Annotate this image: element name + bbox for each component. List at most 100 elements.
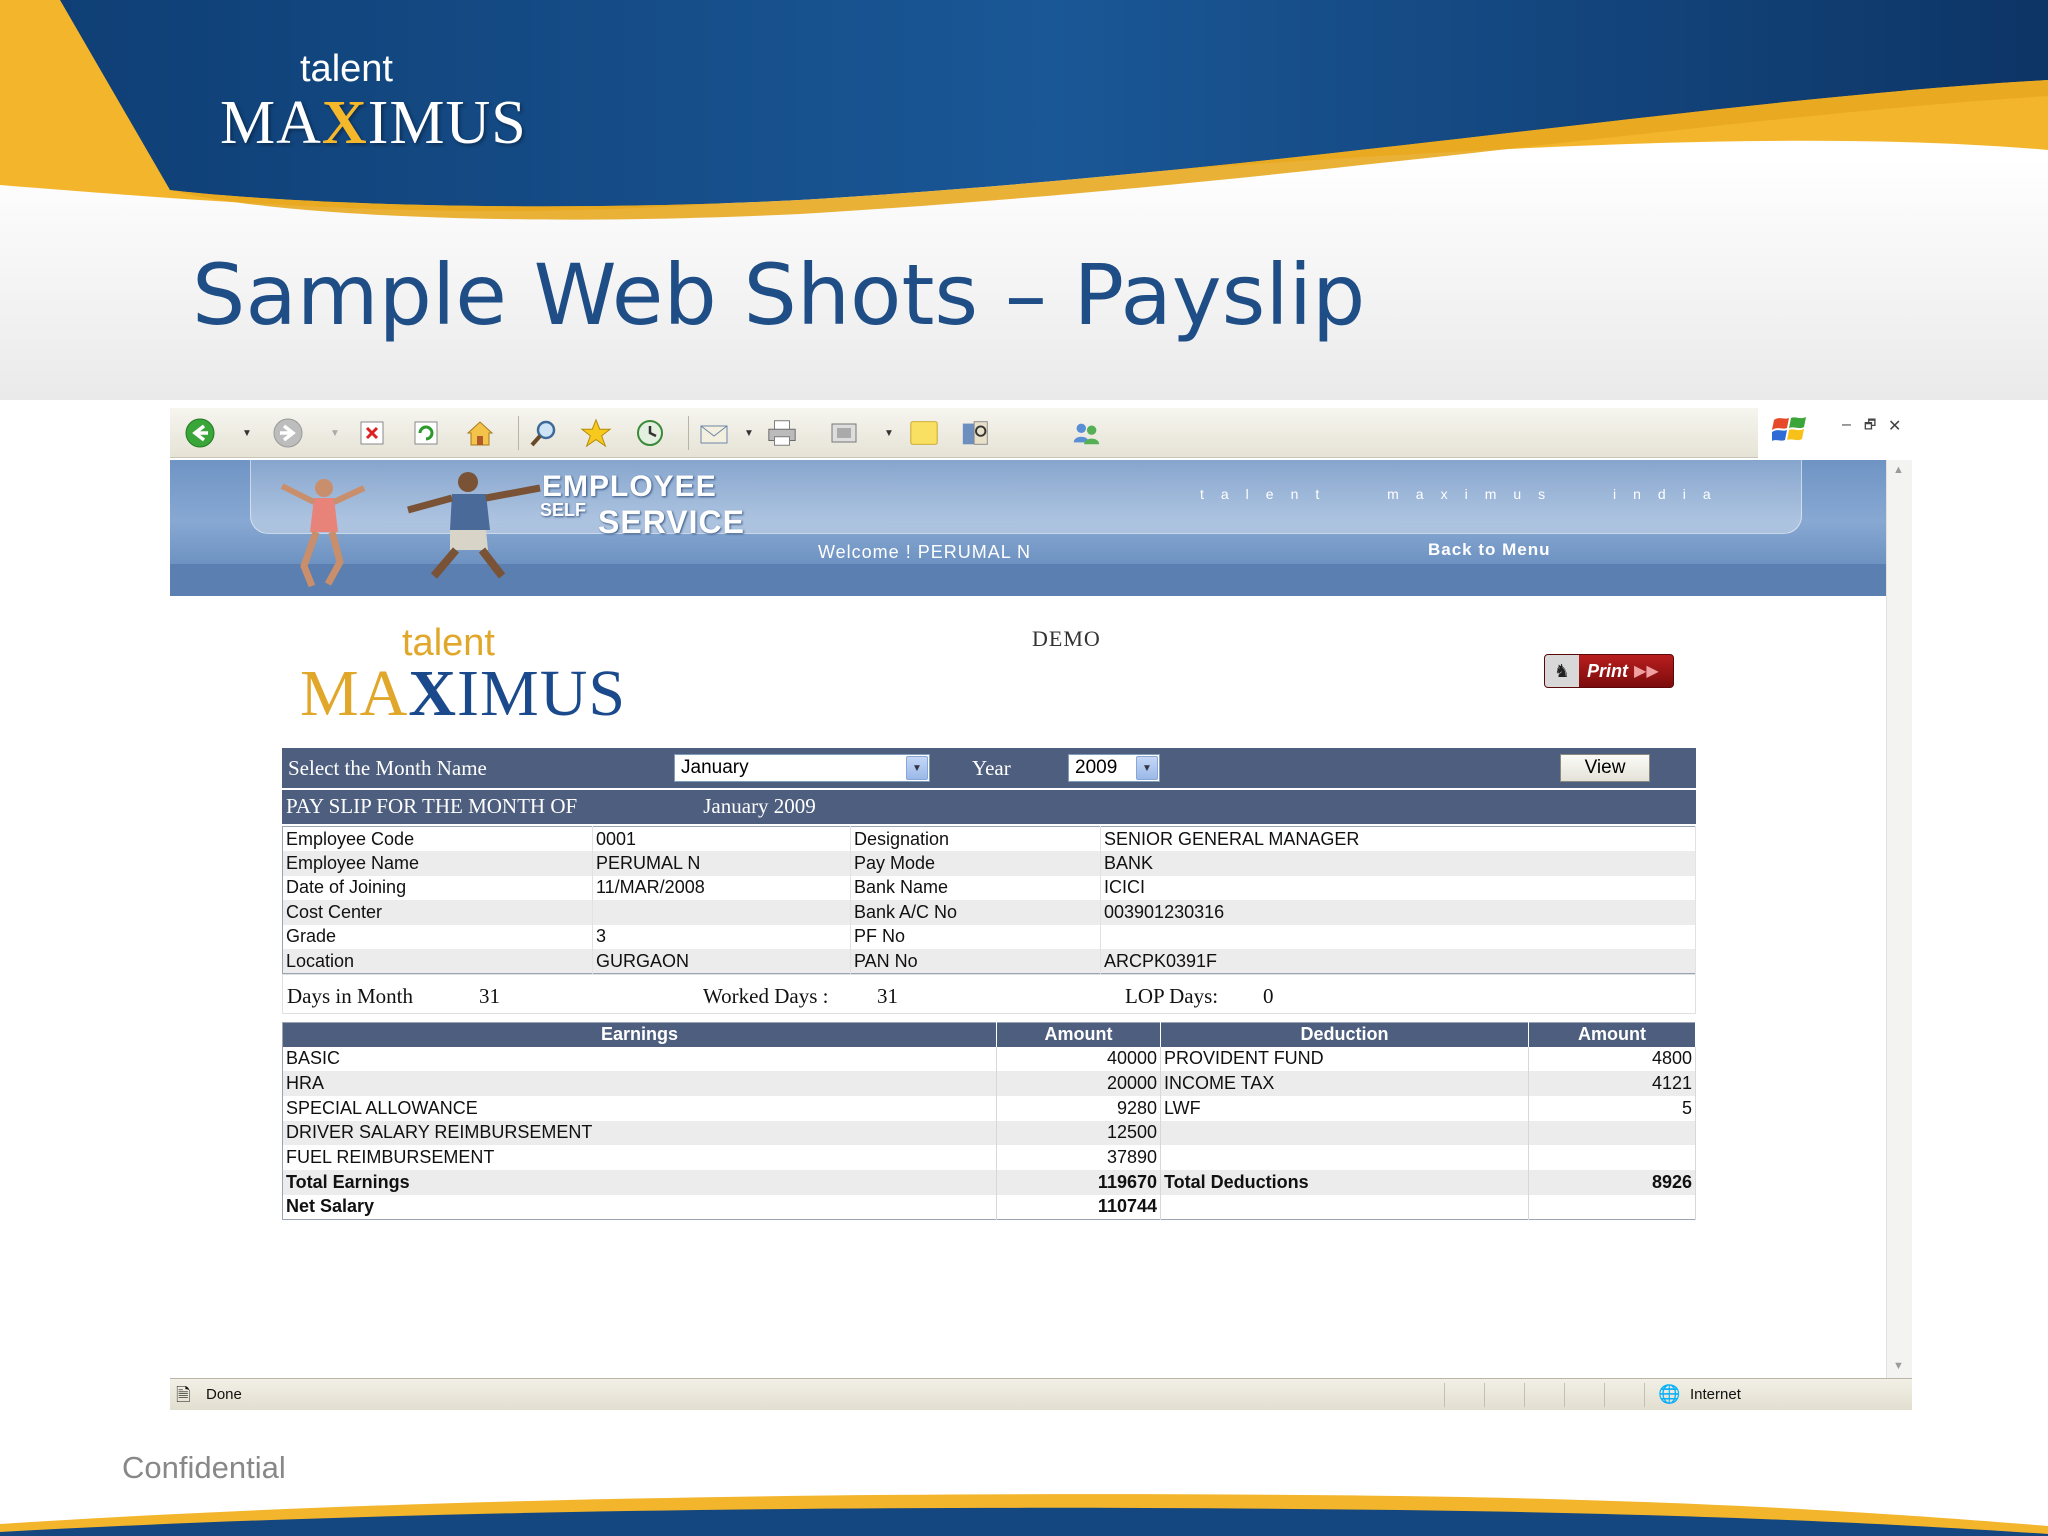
windows-logo-icon — [1772, 417, 1806, 441]
minimize-icon[interactable]: – — [1842, 416, 1851, 434]
mail-dropdown-icon[interactable]: ▼ — [744, 428, 754, 439]
field-value: 3 — [592, 924, 851, 949]
month-select-value: January — [681, 757, 749, 778]
field-label: Bank Name — [850, 875, 1101, 900]
print-icon[interactable] — [766, 417, 798, 449]
note-icon[interactable] — [908, 417, 940, 449]
ess-title-service: SERVICE — [598, 504, 745, 540]
deduction-name — [1160, 1120, 1529, 1146]
deduction-name: PROVIDENT FUND — [1160, 1046, 1529, 1072]
stop-icon[interactable] — [356, 417, 388, 449]
earning-amount: 12500 — [996, 1120, 1161, 1146]
mail-icon[interactable] — [698, 417, 730, 449]
table-row: FUEL REIMBURSEMENT 37890 — [282, 1145, 1696, 1170]
restore-icon[interactable]: 🗗 — [1864, 416, 1876, 438]
table-row: Net Salary 110744 — [282, 1194, 1696, 1220]
back-to-menu-link[interactable]: Back to Menu — [1428, 540, 1551, 560]
earnings-deductions-table: Earnings Amount Deduction Amount BASIC 40… — [282, 1022, 1696, 1220]
slide-header: talent MAXIMUS Sample Web Shots – Paysli… — [0, 0, 2048, 400]
brand-logo-talent: talent — [300, 48, 393, 90]
messenger-icon[interactable] — [1070, 417, 1102, 449]
status-text: Done — [206, 1386, 242, 1403]
browser-window: ▼ ▼ ▼ ▼ – 🗗 ✕ EMPLOYEE SELF SERVICE tale… — [170, 408, 1912, 1410]
brand-logo-maximus: MAXIMUS — [220, 89, 527, 157]
home-icon[interactable] — [464, 417, 496, 449]
field-label: Location — [282, 949, 593, 974]
toolbar-separator — [688, 416, 689, 450]
scroll-down-icon[interactable]: ▼ — [1893, 1360, 1904, 1372]
year-select[interactable]: 2009 ▼ — [1068, 754, 1160, 782]
page-icon: 🗎 — [176, 1385, 191, 1405]
days-summary: Days in Month 31 Worked Days : 31 LOP Da… — [282, 974, 1696, 1014]
earning-amount: 9280 — [996, 1095, 1161, 1121]
back-dropdown-icon[interactable]: ▼ — [242, 428, 252, 439]
page-content: talent MAXIMUS DEMO ♞ Print ▶▶ Select th… — [170, 598, 1886, 1378]
month-selector-bar: Select the Month Name January ▼ Year 200… — [282, 748, 1696, 788]
year-select-value: 2009 — [1075, 757, 1118, 778]
chevron-down-icon[interactable]: ▼ — [906, 756, 928, 780]
field-value: 11/MAR/2008 — [592, 875, 851, 900]
ess-title-self: SELF — [540, 500, 587, 520]
select-month-label: Select the Month Name — [288, 756, 487, 780]
chevron-down-icon[interactable]: ▼ — [1136, 756, 1158, 780]
field-label: PAN No — [850, 949, 1101, 974]
lop-days-value: 0 — [1263, 984, 1274, 1008]
search-icon[interactable] — [528, 417, 560, 449]
field-value: BANK — [1100, 851, 1696, 876]
field-value — [592, 900, 851, 925]
double-arrow-icon: ▶▶ — [1634, 663, 1659, 680]
deduction-amount: 5 — [1528, 1095, 1696, 1121]
deduction-header: Deduction — [1160, 1022, 1529, 1047]
table-row: DRIVER SALARY REIMBURSEMENT 12500 — [282, 1120, 1696, 1146]
table-row: HRA 20000 INCOME TAX 4121 — [282, 1071, 1696, 1096]
jumping-woman-image — [280, 479, 366, 588]
ess-tagline: talent maximus india — [1200, 486, 1728, 502]
field-value: PERUMAL N — [592, 851, 851, 876]
app-logo: talent MAXIMUS — [300, 622, 720, 730]
refresh-icon[interactable] — [410, 417, 442, 449]
field-value: SENIOR GENERAL MANAGER — [1100, 826, 1696, 851]
history-icon[interactable] — [634, 417, 666, 449]
earning-name: FUEL REIMBURSEMENT — [282, 1145, 997, 1170]
edit-icon[interactable] — [828, 417, 860, 449]
status-bar: 🗎 Done 🌐 Internet — [170, 1378, 1912, 1410]
jumping-man-image — [407, 472, 541, 579]
field-label: Grade — [282, 924, 593, 949]
month-select[interactable]: January ▼ — [674, 754, 930, 782]
deduction-amount — [1528, 1120, 1696, 1146]
earning-name: Net Salary — [282, 1194, 997, 1220]
table-row: Location GURGAON PAN No ARCPK0391F — [282, 949, 1696, 974]
field-label: Employee Code — [282, 826, 593, 851]
edit-dropdown-icon[interactable]: ▼ — [884, 428, 894, 439]
earning-amount: 40000 — [996, 1046, 1161, 1072]
close-icon[interactable]: ✕ — [1888, 416, 1901, 436]
footer-band-graphic — [0, 1494, 2048, 1536]
table-row: Employee Name PERUMAL N Pay Mode BANK — [282, 851, 1696, 876]
table-row: Cost Center Bank A/C No 003901230316 — [282, 900, 1696, 925]
days-in-month-value: 31 — [479, 984, 500, 1008]
deduction-name: INCOME TAX — [1160, 1071, 1529, 1096]
field-value: 0001 — [592, 826, 851, 851]
view-button[interactable]: View — [1560, 754, 1650, 782]
earning-name: Total Earnings — [282, 1169, 997, 1195]
field-label: Employee Name — [282, 851, 593, 876]
deduction-amount-header: Amount — [1528, 1022, 1696, 1047]
deduction-amount: 4121 — [1528, 1071, 1696, 1096]
payslip-heading-label: PAY SLIP FOR THE MONTH OF — [286, 794, 578, 818]
forward-icon[interactable] — [272, 417, 304, 449]
print-button[interactable]: ♞ Print ▶▶ — [1544, 654, 1674, 688]
browser-toolbar: ▼ ▼ ▼ ▼ — [170, 408, 1758, 458]
research-icon[interactable] — [960, 417, 992, 449]
favorites-icon[interactable] — [580, 417, 612, 449]
forward-dropdown-icon[interactable]: ▼ — [330, 428, 340, 439]
deduction-amount — [1528, 1145, 1696, 1170]
table-row: Employee Code 0001 Designation SENIOR GENER… — [282, 826, 1696, 851]
back-icon[interactable] — [184, 417, 216, 449]
zone-text: Internet — [1690, 1386, 1741, 1403]
vertical-scrollbar[interactable]: ▲ ▼ — [1886, 460, 1912, 1378]
ess-title-employee: EMPLOYEE — [542, 470, 717, 503]
worked-days-value: 31 — [877, 984, 898, 1008]
deduction-amount — [1528, 1194, 1696, 1220]
earning-name: SPECIAL ALLOWANCE — [282, 1095, 997, 1121]
scroll-up-icon[interactable]: ▲ — [1893, 464, 1904, 476]
